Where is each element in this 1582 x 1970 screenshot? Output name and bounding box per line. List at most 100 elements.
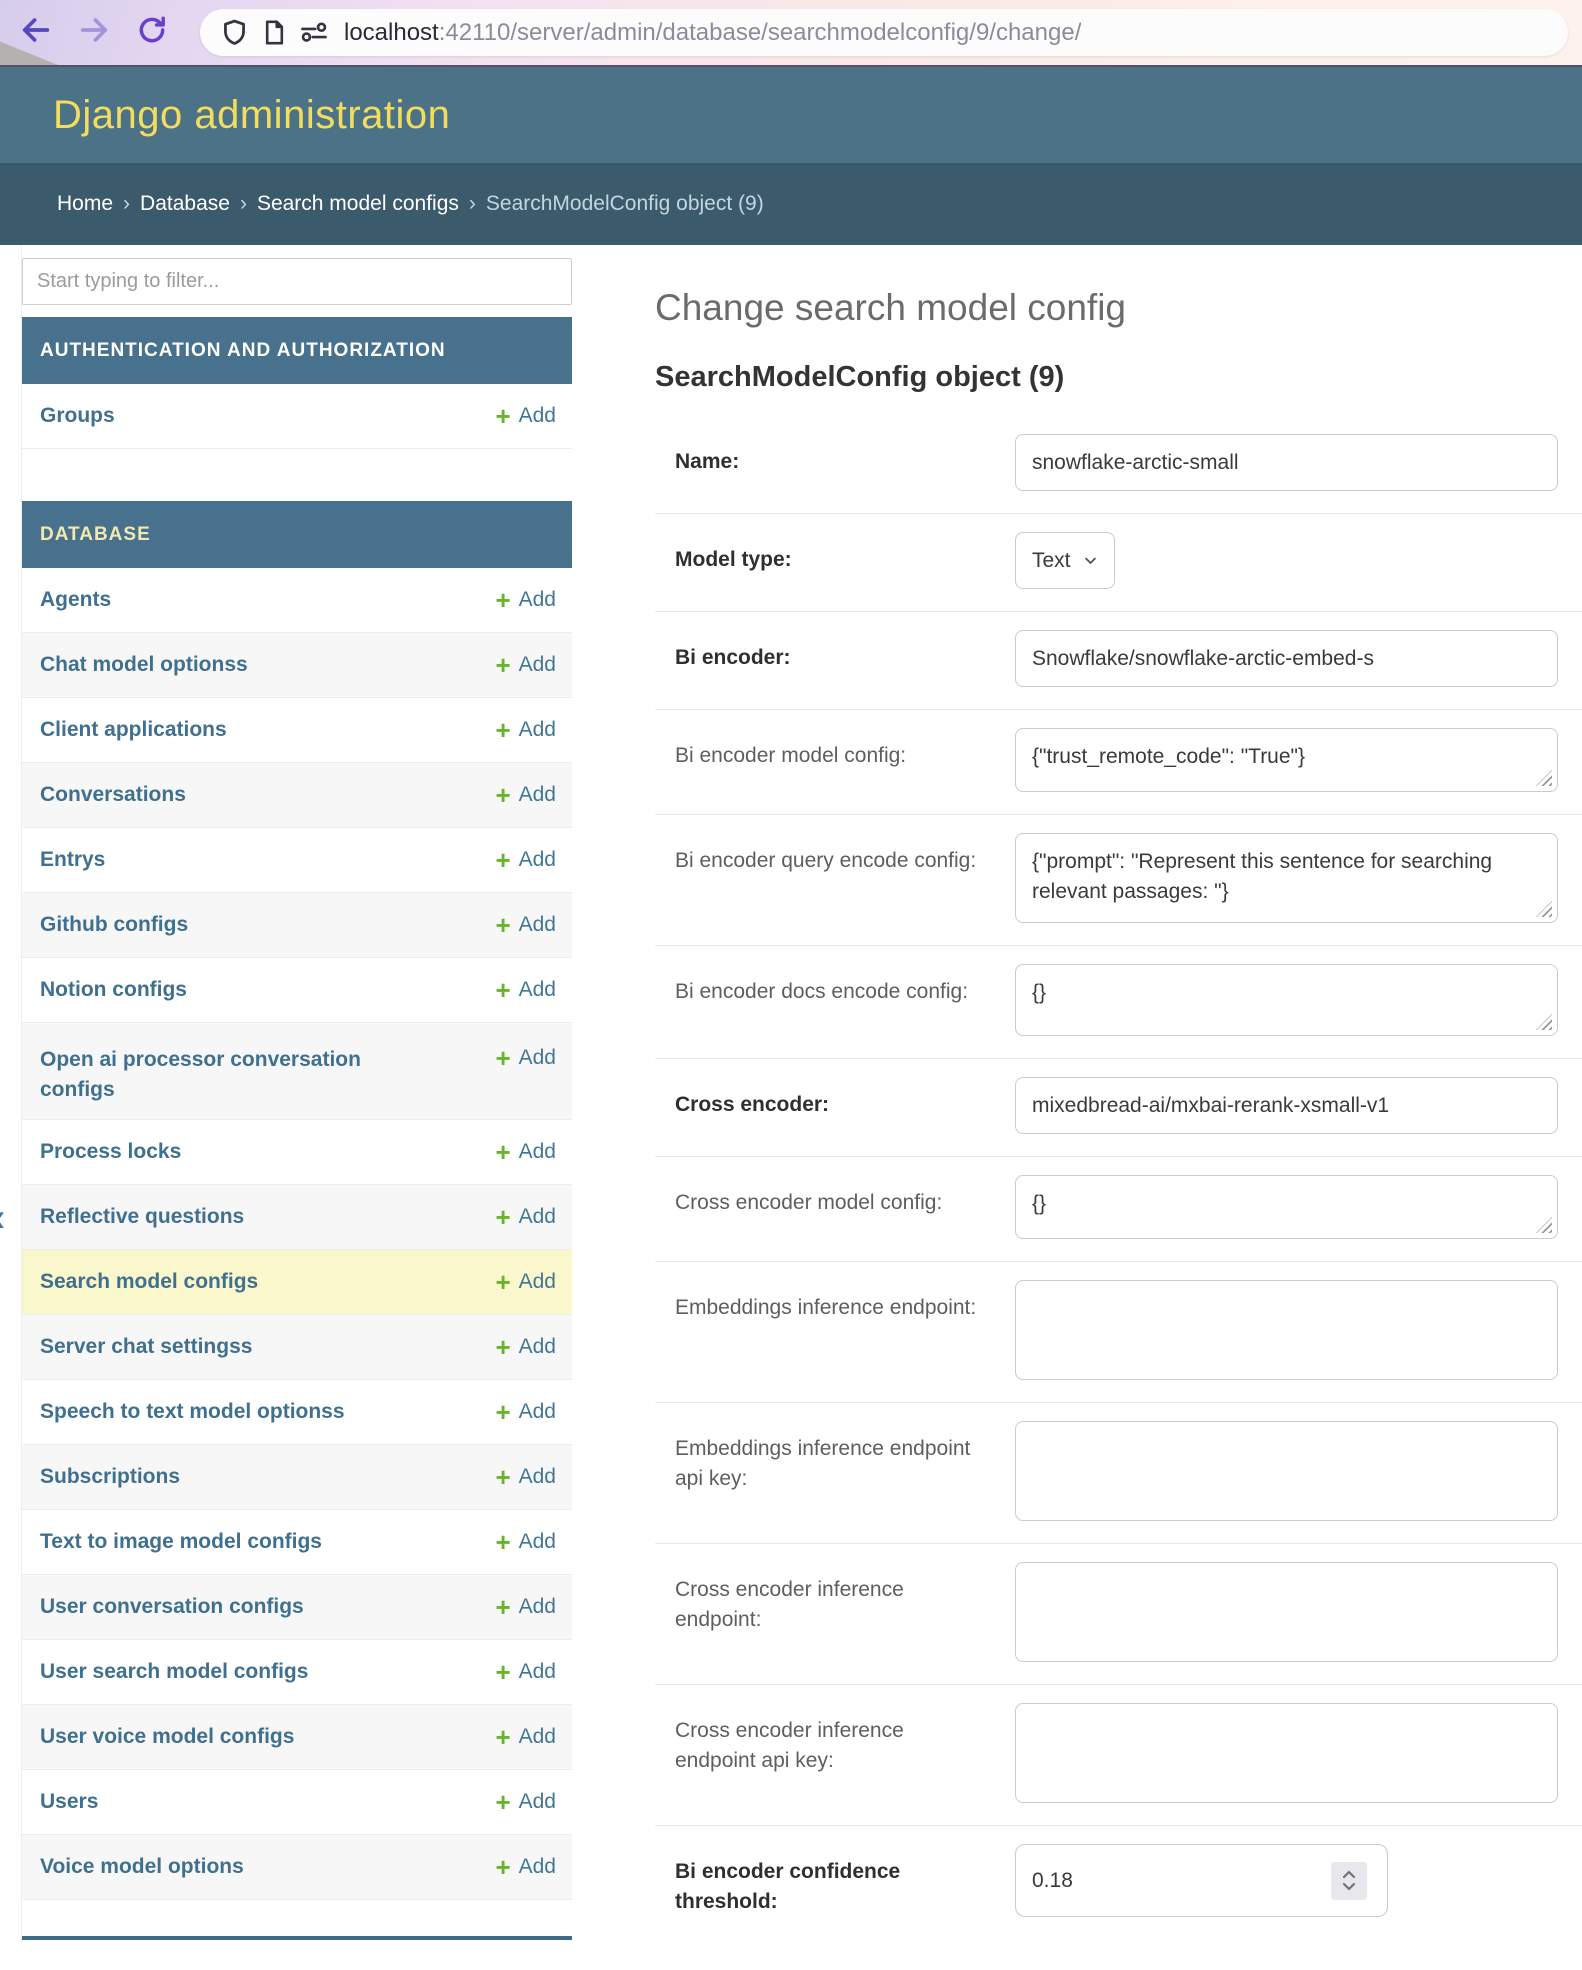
- sidebar-model-link[interactable]: Chat model optionss: [40, 650, 248, 680]
- config-textarea[interactable]: {}: [1015, 1175, 1558, 1239]
- forward-button[interactable]: [72, 11, 116, 55]
- sidebar-add-link[interactable]: + Add: [495, 782, 556, 808]
- sidebar-add-link[interactable]: + Add: [495, 1854, 556, 1880]
- form-row-cross-encoder-inference-endpoint: Cross encoder inference endpoint:: [655, 1543, 1582, 1684]
- sidebar-add-link[interactable]: + Add: [495, 403, 556, 429]
- add-label: Add: [519, 1660, 556, 1684]
- sidebar-add-link[interactable]: + Add: [495, 1399, 556, 1425]
- sidebar-model-link[interactable]: Github configs: [40, 910, 188, 940]
- number-stepper[interactable]: [1331, 1862, 1367, 1900]
- add-label: Add: [519, 1790, 556, 1814]
- plus-icon: +: [495, 847, 510, 873]
- sidebar-add-link[interactable]: + Add: [495, 1269, 556, 1295]
- sidebar-model-link[interactable]: Server chat settingss: [40, 1332, 252, 1362]
- plus-icon: +: [495, 1789, 510, 1815]
- form-row-embeddings-inference-endpoint: Embeddings inference endpoint:: [655, 1261, 1582, 1402]
- sidebar-add-link[interactable]: + Add: [495, 977, 556, 1003]
- sidebar-item-entrys: Entrys + Add: [22, 828, 572, 893]
- resize-handle-icon[interactable]: [1536, 1014, 1552, 1030]
- text-input[interactable]: mixedbread-ai/mxbai-rerank-xsmall-v1: [1015, 1077, 1558, 1134]
- plus-icon: +: [495, 1269, 510, 1295]
- config-textarea[interactable]: {}: [1015, 964, 1558, 1036]
- text-input[interactable]: snowflake-arctic-small: [1015, 434, 1558, 491]
- sidebar-model-link[interactable]: Reflective questions: [40, 1202, 244, 1232]
- sidebar-add-link[interactable]: + Add: [495, 652, 556, 678]
- sidebar-model-link[interactable]: Search model configs: [40, 1267, 258, 1297]
- sidebar-model-link[interactable]: Conversations: [40, 780, 186, 810]
- sidebar-add-link[interactable]: + Add: [495, 1529, 556, 1555]
- sidebar-add-link[interactable]: + Add: [495, 1594, 556, 1620]
- sidebar-add-link[interactable]: + Add: [495, 1045, 556, 1071]
- sidebar-add-link[interactable]: + Add: [495, 1334, 556, 1360]
- chevron-down-icon: [1083, 553, 1098, 568]
- sidebar-item-client-applications: Client applications + Add: [22, 698, 572, 763]
- sliders-icon[interactable]: [294, 18, 334, 48]
- resize-handle-icon[interactable]: [1536, 770, 1552, 786]
- sidebar-model-link[interactable]: Agents: [40, 585, 111, 615]
- plus-icon: +: [495, 1204, 510, 1230]
- text-input[interactable]: [1015, 1280, 1558, 1380]
- sidebar-model-link[interactable]: Client applications: [40, 715, 227, 745]
- sidebar-model-link[interactable]: User conversation configs: [40, 1592, 304, 1622]
- sidebar-model-link[interactable]: Voice model options: [40, 1852, 244, 1882]
- sidebar-add-link[interactable]: + Add: [495, 1789, 556, 1815]
- add-label: Add: [519, 1270, 556, 1294]
- refresh-icon: [136, 14, 168, 51]
- page-icon[interactable]: [254, 18, 294, 48]
- plus-icon: +: [495, 587, 510, 613]
- config-textarea[interactable]: {"trust_remote_code": "True"}: [1015, 728, 1558, 792]
- sidebar-model-link[interactable]: Text to image model configs: [40, 1527, 322, 1557]
- add-label: Add: [519, 1046, 556, 1070]
- text-input[interactable]: [1015, 1562, 1558, 1662]
- sidebar-model-link[interactable]: Open ai processor conversation configs: [40, 1045, 400, 1106]
- sidebar-add-link[interactable]: + Add: [495, 847, 556, 873]
- model-type-select[interactable]: Text: [1015, 532, 1115, 589]
- sidebar-add-link[interactable]: + Add: [495, 717, 556, 743]
- sidebar-item-user-conversation-configs: User conversation configs + Add: [22, 1575, 572, 1640]
- resize-handle-icon[interactable]: [1536, 1217, 1552, 1233]
- plus-icon: +: [495, 1334, 510, 1360]
- shield-icon[interactable]: [214, 18, 254, 48]
- sidebar-model-link[interactable]: Users: [40, 1787, 98, 1817]
- sidebar-model-link[interactable]: Entrys: [40, 845, 105, 875]
- sidebar-toggle-button[interactable]: ‹: [0, 1198, 5, 1238]
- back-button[interactable]: [14, 11, 58, 55]
- config-textarea[interactable]: {"prompt": "Represent this sentence for …: [1015, 833, 1558, 923]
- refresh-button[interactable]: [130, 11, 174, 55]
- site-brand[interactable]: Django administration: [0, 93, 450, 138]
- sidebar-model-link[interactable]: Groups: [40, 401, 115, 431]
- breadcrumb-link[interactable]: Database: [140, 192, 230, 216]
- sidebar-item-voice-model-options: Voice model options + Add: [22, 1835, 572, 1900]
- sidebar-model-link[interactable]: User search model configs: [40, 1657, 308, 1687]
- chevron-down-icon: [1341, 1881, 1357, 1893]
- text-input[interactable]: Snowflake/snowflake-arctic-embed-s: [1015, 630, 1558, 687]
- main-content: Change search model config SearchModelCo…: [655, 245, 1582, 1940]
- resize-handle-icon[interactable]: [1536, 901, 1552, 917]
- sidebar-filter-input[interactable]: [22, 258, 572, 305]
- sidebar-add-link[interactable]: + Add: [495, 1204, 556, 1230]
- sidebar-add-link[interactable]: + Add: [495, 1659, 556, 1685]
- sidebar-add-link[interactable]: + Add: [495, 1464, 556, 1490]
- sidebar-model-link[interactable]: User voice model configs: [40, 1722, 294, 1752]
- sidebar-module: DATABASE Agents + Add Chat model options…: [22, 501, 572, 1900]
- textarea-value: {"trust_remote_code": "True"}: [1032, 745, 1305, 768]
- breadcrumb-link[interactable]: Home: [57, 192, 113, 216]
- sidebar-model-link[interactable]: Notion configs: [40, 975, 187, 1005]
- sidebar-model-link[interactable]: Speech to text model optionss: [40, 1397, 345, 1427]
- add-label: Add: [519, 1465, 556, 1489]
- url-host: localhost: [344, 19, 439, 46]
- sidebar-add-link[interactable]: + Add: [495, 1139, 556, 1165]
- sidebar-add-link[interactable]: + Add: [495, 587, 556, 613]
- sidebar-add-link[interactable]: + Add: [495, 1724, 556, 1750]
- sidebar-add-link[interactable]: + Add: [495, 912, 556, 938]
- text-input[interactable]: [1015, 1703, 1558, 1803]
- text-input[interactable]: [1015, 1421, 1558, 1521]
- add-label: Add: [519, 1855, 556, 1879]
- sidebar-model-link[interactable]: Subscriptions: [40, 1462, 180, 1492]
- breadcrumb-separator: ›: [469, 192, 476, 216]
- number-input[interactable]: 0.18: [1015, 1844, 1388, 1917]
- breadcrumb-link[interactable]: Search model configs: [257, 192, 459, 216]
- url-bar[interactable]: localhost:42110/server/admin/database/se…: [200, 9, 1568, 56]
- sidebar-model-link[interactable]: Process locks: [40, 1137, 181, 1167]
- sidebar-module: AUTHENTICATION AND AUTHORIZATION Groups …: [22, 317, 572, 449]
